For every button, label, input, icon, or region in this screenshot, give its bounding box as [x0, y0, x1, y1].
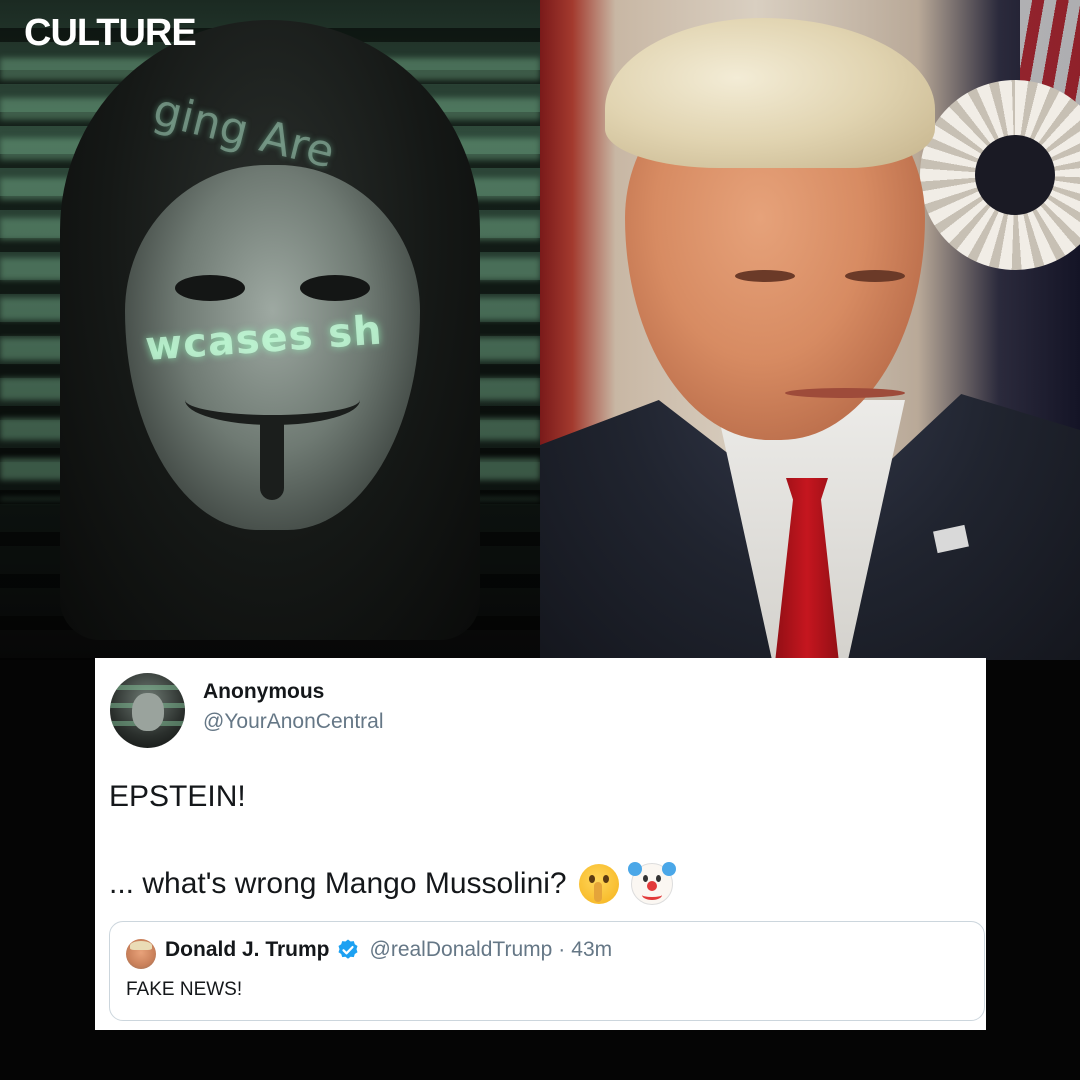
mask-right-eye: [300, 275, 370, 301]
quoted-tweet-header: Donald J. Trump @realDonaldTrump · 43m: [165, 938, 612, 962]
clown-hair: [661, 862, 676, 876]
verified-badge-icon: [338, 939, 358, 959]
mask-projected-text: wcases sh: [143, 307, 384, 371]
quoted-tweet[interactable]: Donald J. Trump @realDonaldTrump · 43m F…: [109, 921, 985, 1021]
separator-dot: ·: [558, 938, 566, 961]
rosette-center: [975, 135, 1055, 215]
left-eye: [735, 270, 795, 282]
shushing-face-icon: [578, 864, 619, 904]
clown-smile: [641, 890, 662, 900]
emoji-eye: [642, 875, 648, 882]
mask-mustache: [185, 375, 360, 425]
tweet-text-line-1: EPSTEIN!: [109, 780, 246, 813]
hair: [605, 18, 935, 168]
author-avatar[interactable]: [110, 673, 185, 748]
quoted-author-name[interactable]: Donald J. Trump: [165, 938, 330, 962]
quoted-author-avatar[interactable]: [126, 939, 156, 969]
author-name[interactable]: Anonymous: [203, 680, 324, 704]
quoted-tweet-text: FAKE NEWS!: [126, 979, 243, 1000]
quoted-timestamp[interactable]: 43m: [571, 938, 612, 962]
mouth: [785, 388, 905, 398]
trump-portrait-photo: [540, 0, 1080, 660]
tweet-text-line-2-text: ... what's wrong Mango Mussolini?: [109, 867, 567, 900]
tweet-text-line-2: ... what's wrong Mango Mussolini?: [109, 862, 676, 905]
tweet-card: Anonymous @YourAnonCentral EPSTEIN! ... …: [95, 658, 986, 1030]
emoji-eye: [655, 875, 661, 882]
mask-beard: [260, 420, 284, 500]
clown-face-icon: [627, 862, 676, 905]
emoji-eye: [602, 875, 609, 883]
right-eye: [845, 270, 905, 282]
emoji-eye: [588, 875, 595, 883]
culture-logo: CULTURE: [24, 12, 197, 54]
quoted-avatar-hair: [130, 941, 152, 950]
clown-hair: [627, 862, 642, 876]
mask-left-eye: [175, 275, 245, 301]
quoted-author-handle[interactable]: @realDonaldTrump: [370, 938, 553, 962]
avatar-mask: [132, 693, 164, 731]
author-handle[interactable]: @YourAnonCentral: [203, 710, 384, 734]
anonymous-mask-photo: ging Are wcases sh: [0, 0, 540, 660]
emoji-finger: [593, 882, 602, 902]
avatar-stripe: [110, 685, 185, 690]
